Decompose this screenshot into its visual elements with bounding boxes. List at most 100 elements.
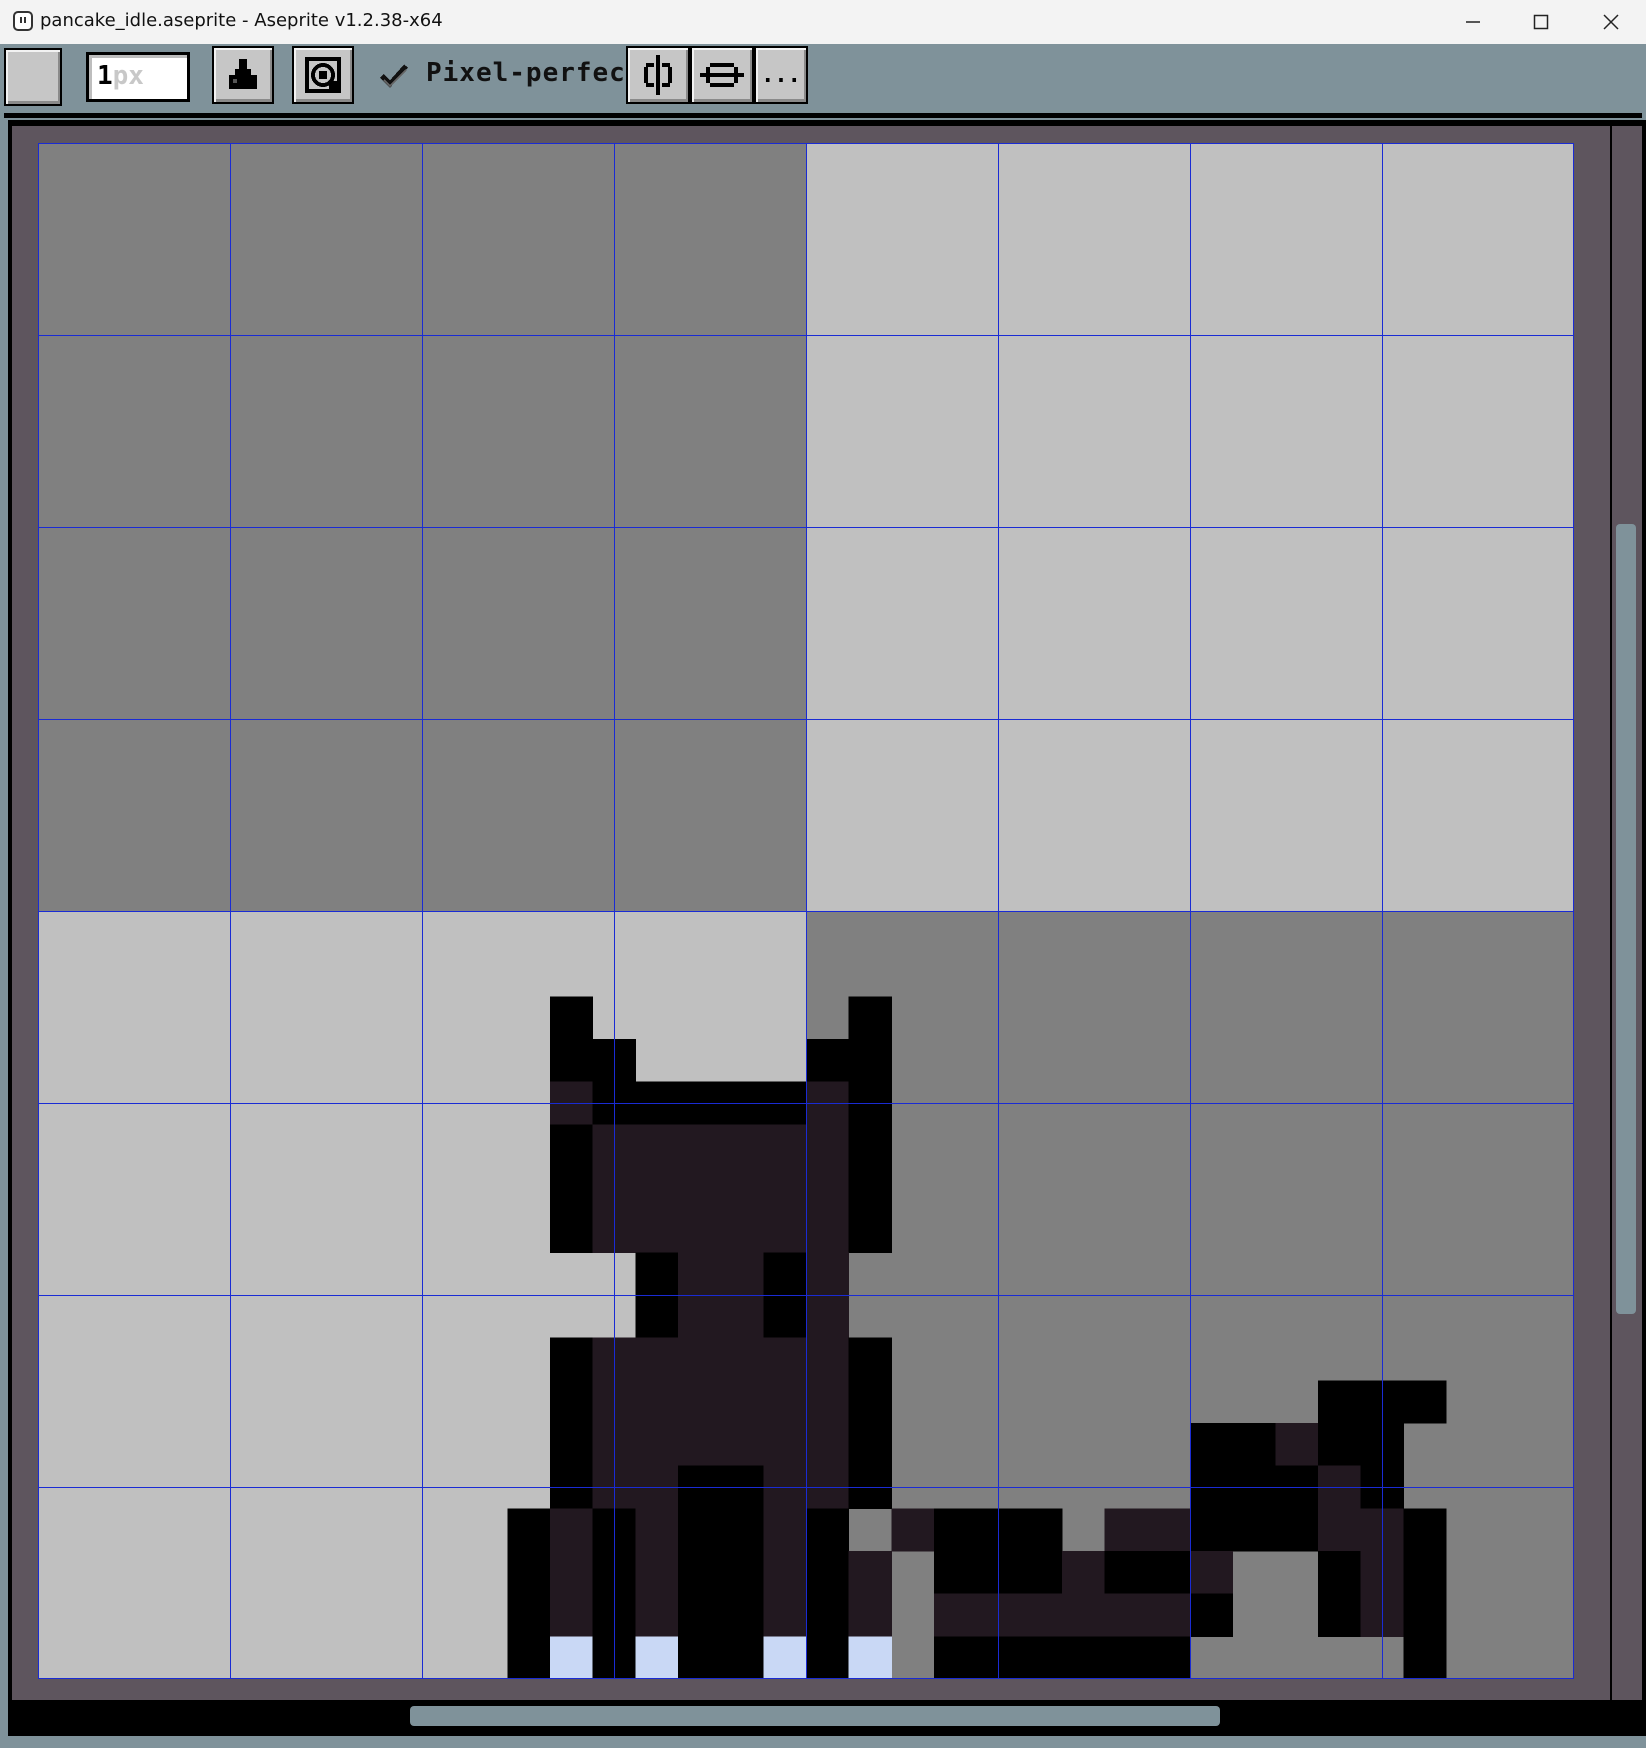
sprite-pixel xyxy=(550,1551,594,1595)
sprite-pixel xyxy=(678,1252,722,1296)
sprite-pixel xyxy=(806,1039,850,1083)
sprite-pixel xyxy=(763,1423,807,1467)
sprite-pixel xyxy=(1403,1636,1447,1679)
sprite-pixel xyxy=(763,1295,807,1339)
sprite-pixel xyxy=(720,1337,764,1381)
sprite-pixel xyxy=(635,1252,679,1296)
sprite-pixel xyxy=(635,1124,679,1168)
brush-options-button[interactable] xyxy=(292,46,354,104)
checker-cell xyxy=(38,1103,230,1295)
sprite-pixel xyxy=(507,1636,551,1679)
checker-cell xyxy=(38,143,230,335)
sprite-pixel xyxy=(678,1124,722,1168)
checker-cell xyxy=(230,911,422,1103)
sprite-pixel xyxy=(1190,1593,1234,1637)
checker-cell xyxy=(998,1295,1190,1487)
sprite-pixel xyxy=(848,1380,892,1424)
checker-cell xyxy=(422,719,614,911)
checker-cell xyxy=(1190,143,1382,335)
sprite-pixel xyxy=(1104,1551,1148,1595)
sprite-pixel xyxy=(806,1380,850,1424)
sprite-pixel xyxy=(550,1380,594,1424)
pixel-perfect-checkbox[interactable] xyxy=(378,60,410,90)
sprite-pixel xyxy=(550,1209,594,1253)
checker-cell xyxy=(614,527,806,719)
sprite-pixel xyxy=(806,1167,850,1211)
sprite-pixel xyxy=(507,1593,551,1637)
vertical-scroll-thumb[interactable] xyxy=(1616,524,1636,1314)
checker-cell xyxy=(998,143,1190,335)
checker-cell xyxy=(1382,1103,1574,1295)
sprite-pixel xyxy=(1062,1551,1106,1595)
sprite-pixel xyxy=(848,1593,892,1637)
sprite-pixel xyxy=(635,1423,679,1467)
sprite-pixel xyxy=(720,1167,764,1211)
brush-type-button[interactable] xyxy=(4,48,62,106)
title-bar: pancake_idle.aseprite - Aseprite v1.2.38… xyxy=(0,0,1646,45)
sprite-pixel xyxy=(720,1551,764,1595)
checker-cell xyxy=(614,911,806,1103)
checker-cell xyxy=(1190,911,1382,1103)
checker-cell xyxy=(806,719,998,911)
sprite-pixel xyxy=(720,1508,764,1552)
sprite-pixel xyxy=(763,1124,807,1168)
sprite-pixel xyxy=(1318,1423,1362,1467)
more-options-button[interactable]: ... xyxy=(754,46,808,104)
checker-cell xyxy=(614,719,806,911)
sprite-pixel xyxy=(550,1508,594,1552)
sprite-pixel xyxy=(550,1167,594,1211)
ink-type-button[interactable] xyxy=(212,46,274,104)
sprite-pixel xyxy=(635,1508,679,1552)
sprite-pixel xyxy=(720,1124,764,1168)
sprite-pixel xyxy=(848,1423,892,1467)
pixel-perfect-label[interactable]: Pixel-perfect xyxy=(426,58,643,88)
sprite-pixel xyxy=(934,1551,978,1595)
sprite-pixel xyxy=(848,1039,892,1083)
sprite-pixel xyxy=(806,1295,850,1339)
maximize-button[interactable] xyxy=(1506,0,1576,44)
sprite-pixel xyxy=(1104,1636,1148,1679)
checker-cell xyxy=(422,143,614,335)
sprite-pixel xyxy=(720,1209,764,1253)
checker-cell xyxy=(998,911,1190,1103)
sprite-pixel xyxy=(550,1636,594,1679)
sprite-pixel xyxy=(763,1593,807,1637)
maximize-icon xyxy=(1533,14,1549,30)
minimize-button[interactable] xyxy=(1438,0,1508,44)
sprite-pixel xyxy=(1318,1551,1362,1595)
sprite-pixel xyxy=(678,1209,722,1253)
sprite-pixel xyxy=(806,1508,850,1552)
brush-size-field[interactable]: 1px xyxy=(86,52,190,102)
checker-cell xyxy=(230,1487,422,1679)
sprite-pixel xyxy=(678,1508,722,1552)
close-icon xyxy=(1603,14,1619,30)
sprite-pixel xyxy=(1019,1636,1063,1679)
checker-cell xyxy=(230,527,422,719)
symmetry-horizontal-button[interactable] xyxy=(690,46,754,104)
checker-cell xyxy=(1190,1103,1382,1295)
close-button[interactable] xyxy=(1576,0,1646,44)
checker-cell xyxy=(38,527,230,719)
sprite-pixel xyxy=(891,1508,935,1552)
horizontal-scroll-thumb[interactable] xyxy=(410,1706,1220,1726)
checker-cell xyxy=(38,719,230,911)
sprite-pixel xyxy=(678,1423,722,1467)
sprite-pixel xyxy=(550,1124,594,1168)
sprite-pixel xyxy=(848,1209,892,1253)
checker-cell xyxy=(230,335,422,527)
sprite-pixel xyxy=(1275,1508,1319,1552)
sprite-pixel xyxy=(763,1209,807,1253)
sprite-pixel xyxy=(806,1252,850,1296)
symmetry-vertical-button[interactable] xyxy=(626,46,690,104)
sprite-pixel xyxy=(635,1337,679,1381)
checker-cell xyxy=(998,719,1190,911)
sprite-canvas[interactable] xyxy=(38,143,1574,1679)
sprite-pixel xyxy=(763,1167,807,1211)
sprite-pixel xyxy=(763,1337,807,1381)
sprite-pixel xyxy=(1062,1593,1106,1637)
sprite-pixel xyxy=(848,1551,892,1595)
sprite-pixel xyxy=(720,1636,764,1679)
sprite-pixel xyxy=(1318,1593,1362,1637)
sprite-pixel xyxy=(678,1380,722,1424)
sprite-pixel xyxy=(806,1423,850,1467)
